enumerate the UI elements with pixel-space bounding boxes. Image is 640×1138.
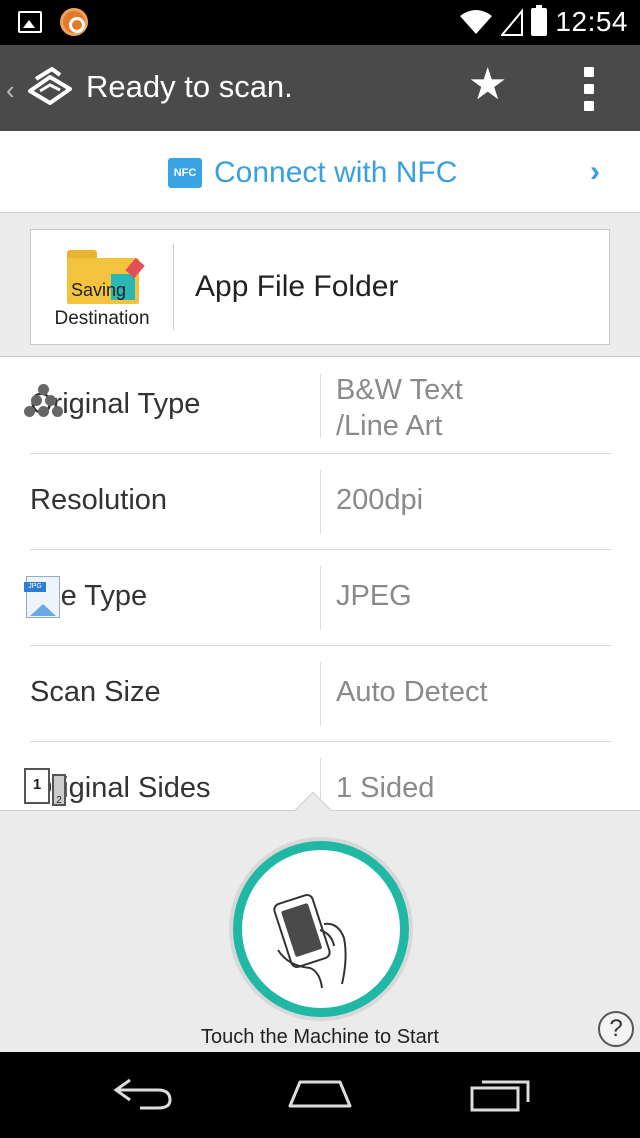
setting-value: Auto Detect <box>336 676 488 708</box>
destination-label: Destination <box>54 308 150 329</box>
chevron-right-icon: › <box>590 155 600 188</box>
star-icon[interactable]: ★ <box>468 63 507 107</box>
saving-label: Saving <box>71 280 127 300</box>
divider <box>320 470 321 534</box>
nfc-icon: NFC <box>168 158 202 188</box>
back-icon[interactable] <box>110 1076 174 1112</box>
battery-icon <box>531 5 548 36</box>
setting-value: B&W Text /Line Art <box>336 374 463 442</box>
saving-destination-icon: Saving Destination <box>31 230 173 344</box>
divider <box>320 662 321 726</box>
action-bar: ‹ Ready to scan. ★ <box>0 45 640 131</box>
image-notification-icon <box>18 11 42 33</box>
phone-in-hand-icon <box>273 893 347 989</box>
one-sided-icon: 2 1 <box>24 768 66 808</box>
setting-label: Resolution <box>30 484 168 516</box>
divider <box>320 374 321 438</box>
wifi-icon <box>460 10 493 34</box>
page-title: Ready to scan. <box>86 69 293 104</box>
signal-icon <box>501 8 524 36</box>
system-nav-bar <box>0 1052 640 1138</box>
recents-icon[interactable] <box>468 1076 532 1114</box>
setting-value: 1 Sided <box>336 772 435 804</box>
status-bar: 12:54 <box>0 0 640 45</box>
clock: 12:54 <box>555 6 628 37</box>
app-notification-icon <box>60 8 88 36</box>
nfc-connect-row[interactable]: NFC Connect with NFC › <box>0 131 640 213</box>
divider <box>173 244 174 330</box>
help-icon[interactable]: ? <box>598 1011 634 1047</box>
setting-value: 200dpi <box>336 484 424 516</box>
setting-file-type[interactable]: File Type JPEG JPG <box>24 550 612 646</box>
scan-settings-list[interactable]: Original Type B&W Text /Line Art Resolut… <box>0 358 640 810</box>
destination-title: App File Folder <box>195 270 399 303</box>
back-chevron-icon[interactable]: ‹ <box>6 75 15 106</box>
start-panel: Touch the Machine to Start ? <box>0 791 640 1052</box>
destination-area: Saving Destination App File Folder <box>0 213 640 357</box>
touch-instruction: Touch the Machine to Start <box>201 1026 439 1048</box>
setting-label: Scan Size <box>30 676 161 708</box>
setting-resolution[interactable]: Resolution 200dpi <box>30 454 612 550</box>
nfc-label: Connect with NFC <box>214 156 458 189</box>
home-icon[interactable] <box>286 1076 354 1112</box>
setting-scan-size[interactable]: Scan Size Auto Detect <box>30 646 612 742</box>
scanner-icon[interactable] <box>26 67 74 111</box>
overflow-menu-icon[interactable] <box>584 67 596 111</box>
touch-to-start-button[interactable] <box>233 841 409 1017</box>
saving-destination-card[interactable]: Saving Destination App File Folder <box>30 229 610 345</box>
color-dots-icon <box>24 384 64 420</box>
divider <box>320 566 321 630</box>
setting-original-type[interactable]: Original Type B&W Text /Line Art <box>24 358 612 454</box>
jpeg-file-icon: JPG <box>24 576 62 620</box>
setting-value: JPEG <box>336 580 412 612</box>
